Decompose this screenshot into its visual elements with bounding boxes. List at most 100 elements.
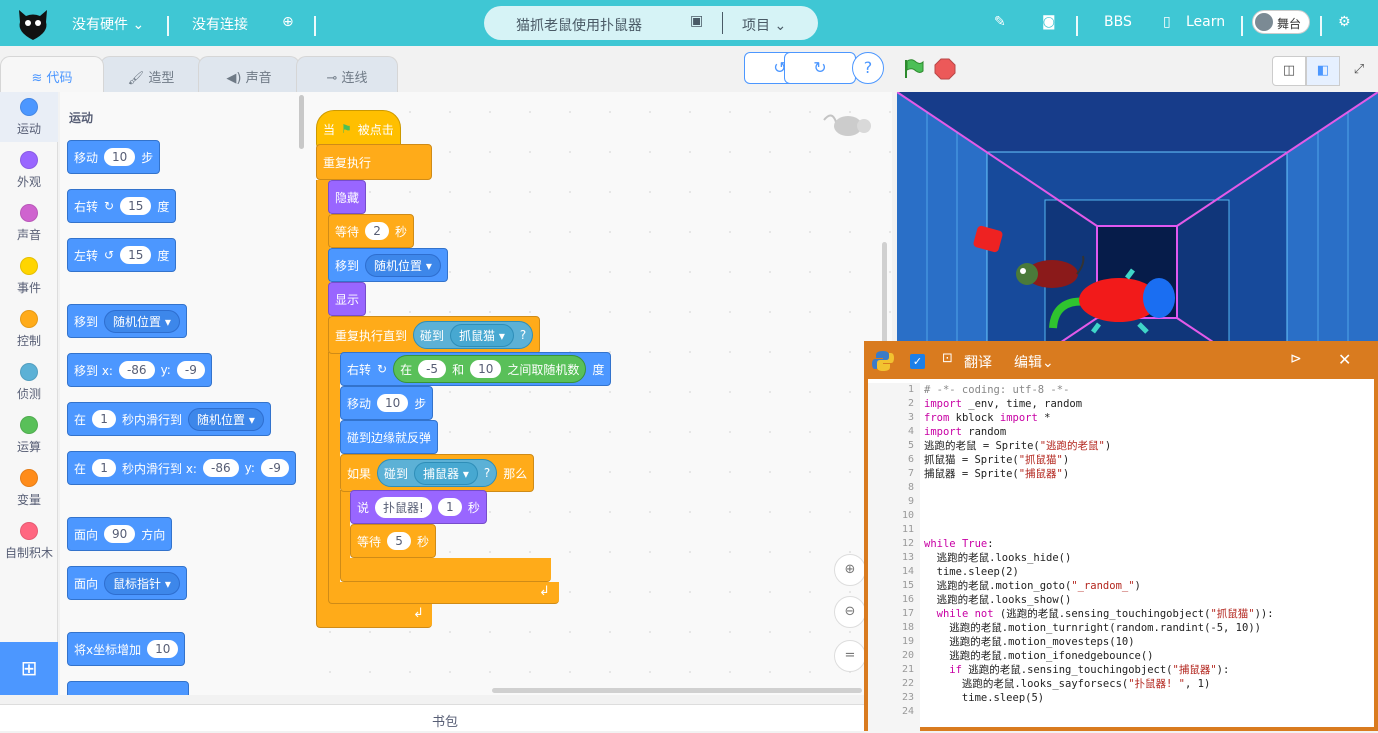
stop-icon[interactable] (934, 58, 956, 80)
goto-xy-block[interactable]: 移到 x: -86 y: -9 (67, 353, 212, 387)
code-editor[interactable]: # -*- coding: utf-8 -*- import _env, time… (924, 383, 1370, 733)
wait-block[interactable]: 等待 5 秒 (350, 524, 437, 558)
min-input[interactable]: -5 (418, 360, 447, 378)
repeat-until-block[interactable]: 重复执行直到 碰到 抓鼠猫 ▾? (328, 316, 541, 354)
secs-input[interactable]: 1 (92, 459, 117, 477)
y-input[interactable]: -9 (176, 361, 205, 379)
point-towards-block[interactable]: 面向 鼠标指针 ▾ (67, 566, 187, 600)
run-icon[interactable]: ⊳ (1290, 351, 1302, 367)
x-input[interactable]: -86 (202, 459, 239, 477)
turn-right-block[interactable]: 右转 ↻ 在 -5 和 10 之间取随机数 度 (340, 352, 612, 386)
when-flag-clicked-block[interactable]: 当 ⚑ 被点击 (316, 110, 401, 148)
app-logo[interactable] (14, 4, 52, 42)
touching-sensor[interactable]: 碰到 抓鼠猫 ▾? (413, 321, 534, 349)
zoom-reset-button[interactable]: = (834, 640, 866, 672)
towards-dropdown[interactable]: 鼠标指针 ▾ (104, 571, 180, 595)
wait-input[interactable]: 5 (387, 532, 412, 550)
hardware-menu[interactable]: 没有硬件 ⌄ (72, 14, 144, 34)
glide-block[interactable]: 在 1 秒内滑行到 随机位置 ▾ (67, 402, 271, 436)
x-input[interactable]: -86 (118, 361, 155, 379)
cat-sprite[interactable] (1049, 268, 1179, 338)
normal-stage-button[interactable]: ◧ (1306, 56, 1340, 86)
backpack-bar[interactable]: 书包 (0, 704, 864, 731)
gear-icon[interactable]: ⚙ (1338, 14, 1351, 30)
category-control[interactable]: 控制 (0, 310, 58, 349)
degrees-input[interactable]: 15 (120, 197, 152, 215)
degrees-input[interactable]: 15 (120, 246, 152, 264)
wait-block[interactable]: 等待 2 秒 (328, 214, 415, 248)
globe-icon[interactable]: ⊕ (282, 14, 294, 30)
category-operators[interactable]: 运算 (0, 416, 58, 455)
palette-scrollbar[interactable] (299, 95, 304, 149)
category-events[interactable]: 事件 (0, 257, 58, 296)
close-icon[interactable]: ✕ (1338, 350, 1351, 369)
secs-input[interactable]: 1 (437, 498, 462, 516)
add-extension-button[interactable]: ⊞ (0, 642, 58, 695)
change-x-block[interactable]: 将x坐标增加 10 (67, 632, 186, 666)
change-input[interactable]: 10 (147, 640, 179, 658)
zoom-out-button[interactable]: ⊖ (834, 596, 866, 628)
random-operator[interactable]: 在 -5 和 10 之间取随机数 (393, 355, 587, 383)
direction-input[interactable]: 90 (104, 525, 136, 543)
stage-toggle[interactable]: 舞台 (1252, 10, 1310, 34)
object-dropdown[interactable]: 抓鼠猫 ▾ (450, 323, 514, 347)
set-x-block[interactable] (67, 681, 189, 695)
category-looks[interactable]: 外观 (0, 151, 58, 190)
edit-menu[interactable]: 编辑⌄ (1014, 352, 1054, 372)
show-block[interactable]: 显示 (328, 282, 367, 316)
script-area[interactable]: ↲ ↲ 当 ⚑ 被点击 重复执行 隐藏 等待 2 秒 移到 随机位置 ▾ 显示 重复执行直… (310, 92, 892, 695)
touching-sensor[interactable]: 碰到 捕鼠器 ▾? (377, 459, 498, 487)
camera-icon[interactable]: ◙ (1042, 14, 1056, 30)
wait-input[interactable]: 2 (365, 222, 390, 240)
say-block[interactable]: 说扑鼠器! 1 秒 (350, 490, 487, 524)
point-direction-block[interactable]: 面向 90 方向 (67, 517, 173, 551)
if-block[interactable]: 如果 碰到 捕鼠器 ▾? 那么 (340, 454, 535, 492)
goto-block[interactable]: 移到 随机位置 ▾ (67, 304, 187, 338)
category-sound[interactable]: 声音 (0, 204, 58, 243)
steps-input[interactable]: 10 (104, 148, 136, 166)
category-variables[interactable]: 变量 (0, 469, 58, 508)
project-title[interactable]: 猫抓老鼠使用扑鼠器 (516, 15, 642, 35)
turn-left-block[interactable]: 左转 ↺ 15 度 (67, 238, 177, 272)
forever-block[interactable]: 重复执行 (316, 144, 432, 180)
message-input[interactable]: 扑鼠器! (375, 496, 432, 518)
y-input[interactable]: -9 (260, 459, 289, 477)
tab-wiring[interactable]: ⊸ 连线 (296, 56, 398, 92)
horizontal-scrollbar[interactable] (492, 688, 862, 693)
tab-code[interactable]: ≋ 代码 (0, 56, 104, 92)
move-steps-block[interactable]: 移动 10 步 (340, 386, 434, 420)
glide-xy-block[interactable]: 在 1 秒内滑行到 x: -86 y: -9 (67, 451, 296, 485)
category-myblocks[interactable]: 自制积木 (0, 522, 58, 561)
steps-input[interactable]: 10 (377, 394, 409, 412)
project-menu[interactable]: 项目 ⌄ (742, 15, 786, 35)
tab-sound[interactable]: ◀) 声音 (198, 56, 300, 92)
target-dropdown[interactable]: 随机位置 ▾ (188, 407, 264, 431)
bbs-link[interactable]: BBS (1104, 14, 1132, 30)
category-motion[interactable]: 运动 (0, 98, 58, 137)
pencil-icon[interactable]: ✎ (994, 14, 1006, 30)
target-dropdown[interactable]: 随机位置 ▾ (365, 253, 441, 277)
translate-button[interactable]: 翻译 (964, 352, 992, 372)
tab-costume[interactable]: 🖌 造型 (100, 56, 202, 92)
small-stage-button[interactable]: ◫ (1272, 56, 1306, 86)
connection-status[interactable]: 没有连接 (192, 14, 248, 34)
object-dropdown[interactable]: 捕鼠器 ▾ (414, 461, 478, 485)
enable-checkbox[interactable]: ✓ (910, 354, 925, 369)
learn-link[interactable]: Learn (1186, 14, 1225, 30)
bounce-block[interactable]: 碰到边缘就反弹 (340, 420, 439, 454)
turn-right-block[interactable]: 右转 ↻ 15 度 (67, 189, 177, 223)
max-input[interactable]: 10 (470, 360, 502, 378)
redo-icon: ↻ (813, 58, 827, 77)
secs-input[interactable]: 1 (92, 410, 117, 428)
target-dropdown[interactable]: 随机位置 ▾ (104, 309, 180, 333)
move-steps-block[interactable]: 移动 10 步 (67, 140, 161, 174)
zoom-in-button[interactable]: ⊕ (834, 554, 866, 586)
redo-button[interactable]: ↻ (784, 52, 856, 84)
green-flag-icon[interactable] (902, 58, 924, 80)
goto-block[interactable]: 移到 随机位置 ▾ (328, 248, 448, 282)
save-icon[interactable]: ▣ (690, 13, 703, 29)
hide-block[interactable]: 隐藏 (328, 180, 367, 214)
category-sensing[interactable]: 侦测 (0, 363, 58, 402)
fullscreen-button[interactable]: ⤢ (1344, 56, 1374, 86)
help-button[interactable]: ? (852, 52, 884, 84)
